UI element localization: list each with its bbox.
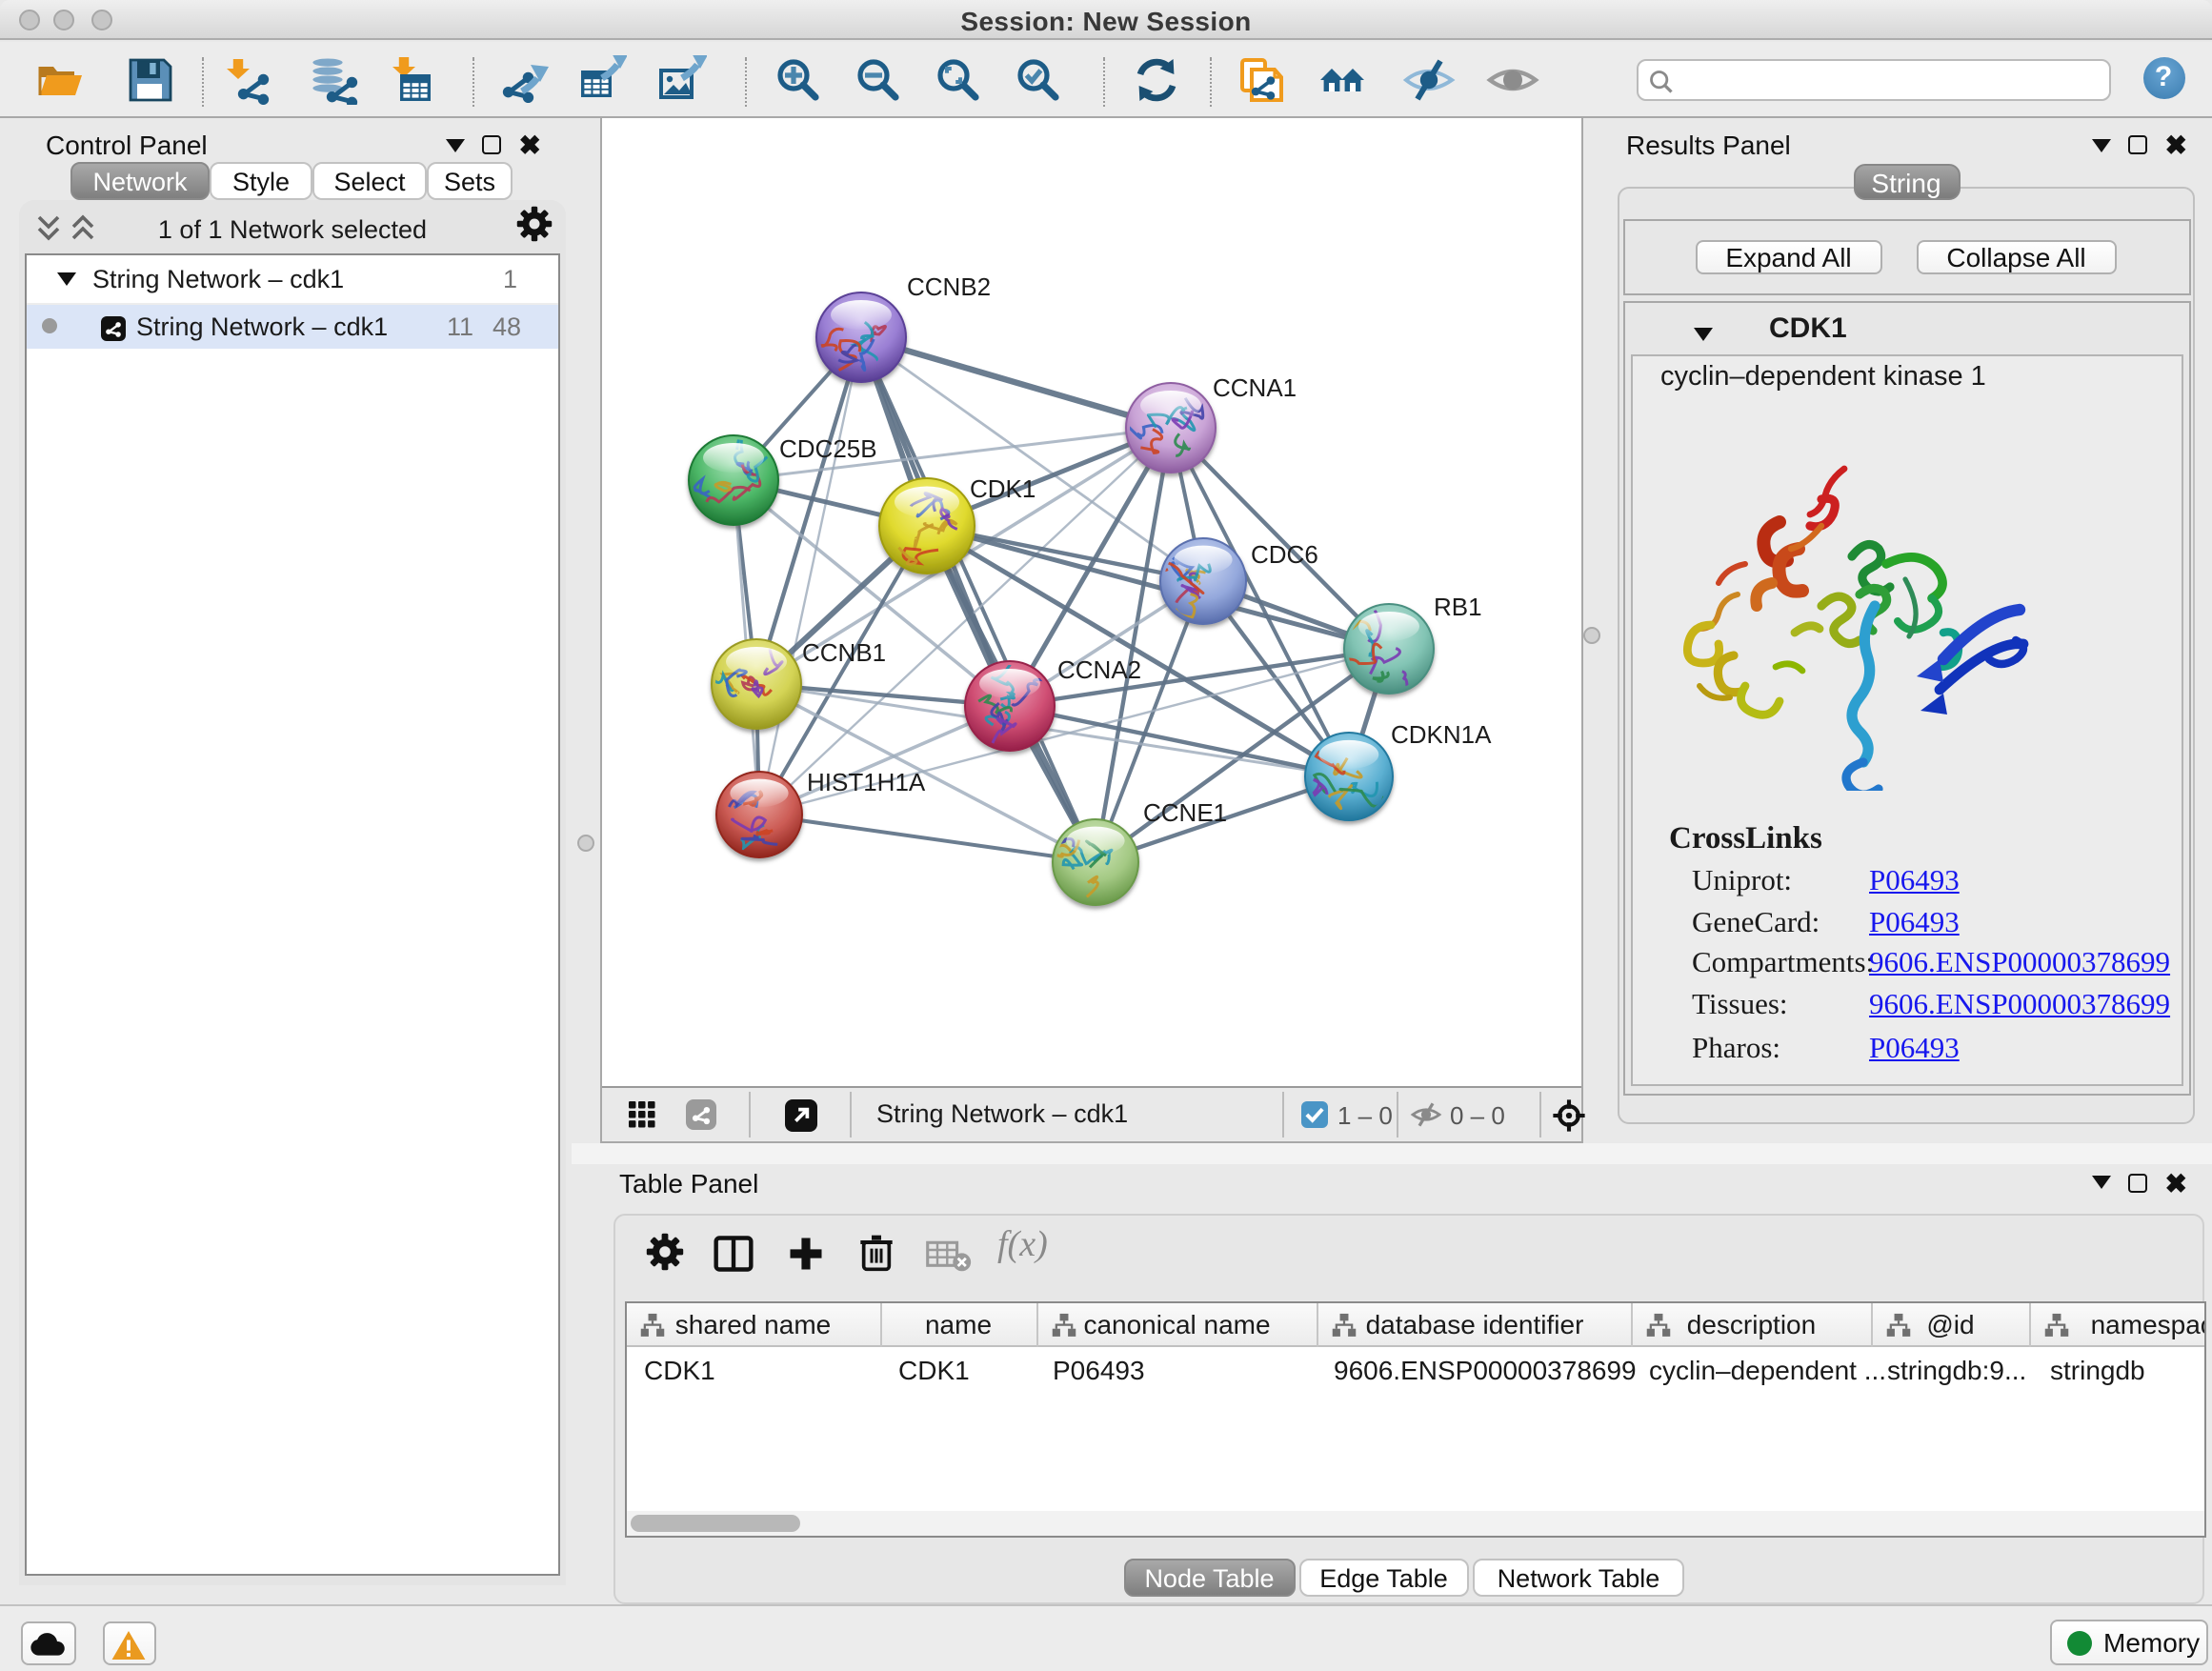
svg-text:RB1: RB1: [1434, 593, 1482, 621]
svg-text:CDKN1A: CDKN1A: [1391, 720, 1492, 749]
svg-text:CCNA1: CCNA1: [1213, 373, 1297, 402]
svg-text:CDC25B: CDC25B: [779, 434, 877, 463]
svg-text:CCNB1: CCNB1: [802, 638, 886, 667]
svg-text:CCNA2: CCNA2: [1057, 655, 1141, 684]
svg-text:CCNE1: CCNE1: [1143, 798, 1227, 827]
svg-text:HIST1H1A: HIST1H1A: [807, 768, 926, 796]
svg-text:CCNB2: CCNB2: [907, 272, 991, 301]
svg-text:CDC6: CDC6: [1251, 540, 1318, 569]
svg-text:CDK1: CDK1: [970, 474, 1036, 503]
